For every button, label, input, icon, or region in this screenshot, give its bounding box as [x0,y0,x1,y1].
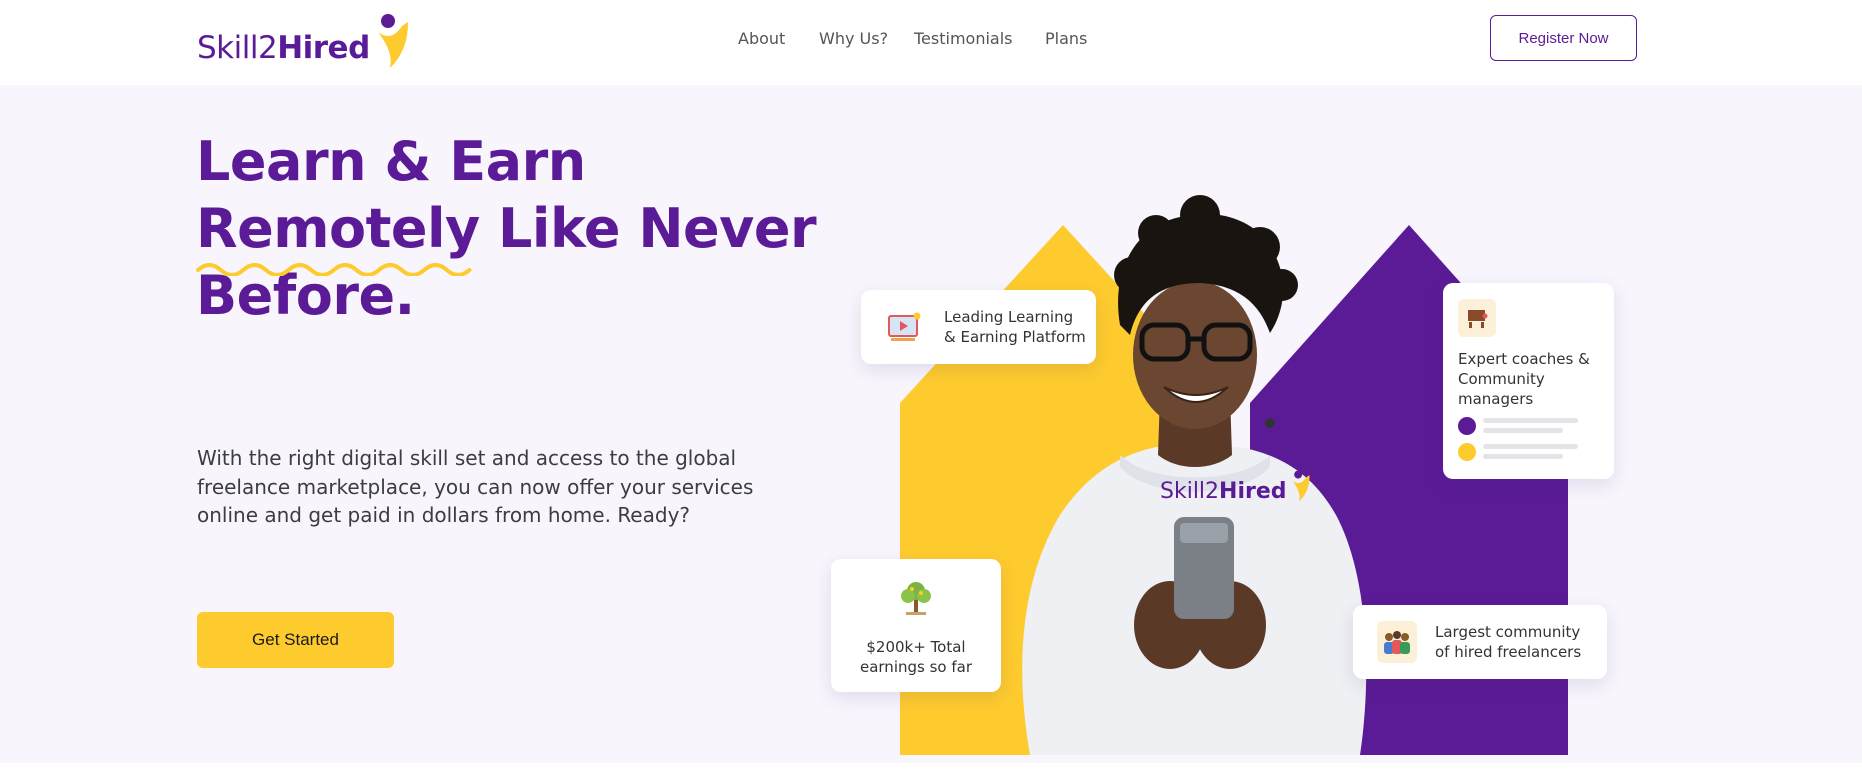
card-leading-platform: Leading Learning & Earning Platform [861,290,1096,364]
squiggle-underline-icon [196,263,472,276]
logo-wordmark: Skill2Hired [197,30,370,66]
card-largest-community-text: Largest community of hired freelancers [1435,623,1582,661]
headline-underlined-word: Remotely [196,195,480,276]
hoodie-logo: Skill2 Hired [1160,468,1313,504]
card-total-earnings-text: $200k+ Total earnings so far [859,638,972,676]
card-leading-platform-text: Leading Learning & Earning Platform [944,308,1086,346]
brand-logo[interactable]: Skill2Hired [197,10,414,70]
crowd-icon [1377,621,1417,663]
coaches-list-yellow-dot [1458,443,1476,461]
card-expert-coaches: Expert coaches & Community managers [1443,283,1614,479]
coach-board-icon [1458,299,1496,337]
headline-line-2: Remotely Like Never [196,195,817,276]
coaches-list-line [1483,428,1563,433]
hoodie-logo-figure-icon [1291,470,1310,502]
coaches-list-line [1483,418,1578,423]
nav-testimonials[interactable]: Testimonials [914,29,1013,48]
coaches-list-line [1483,444,1578,449]
card-expert-coaches-text: Expert coaches & Community managers [1458,350,1590,408]
nav-why-us[interactable]: Why Us? [819,29,888,48]
register-now-button[interactable]: Register Now [1490,15,1637,61]
site-header: Skill2Hired About Why Us? Testimonials P… [0,0,1862,85]
nav-about[interactable]: About [738,29,785,48]
hero-description: With the right digital skill set and acc… [197,446,754,527]
money-tree-icon [896,577,936,617]
hero-headline: Learn & Earn Remotely Like Never Before. [196,128,817,329]
hero-illustration: Skill2 Hired Leading Learning & Earning P… [820,155,1620,755]
page-bottom-edge [0,763,1862,772]
nav-plans[interactable]: Plans [1045,29,1087,48]
video-lesson-icon [886,310,922,346]
coaches-list-purple-dot [1458,417,1476,435]
logo-figure-icon [377,14,408,68]
card-total-earnings: $200k+ Total earnings so far [831,559,1001,692]
get-started-button[interactable]: Get Started [197,612,394,668]
coaches-list-line [1483,454,1563,459]
headline-line-1: Learn & Earn [196,130,586,193]
card-largest-community: Largest community of hired freelancers [1353,605,1607,679]
